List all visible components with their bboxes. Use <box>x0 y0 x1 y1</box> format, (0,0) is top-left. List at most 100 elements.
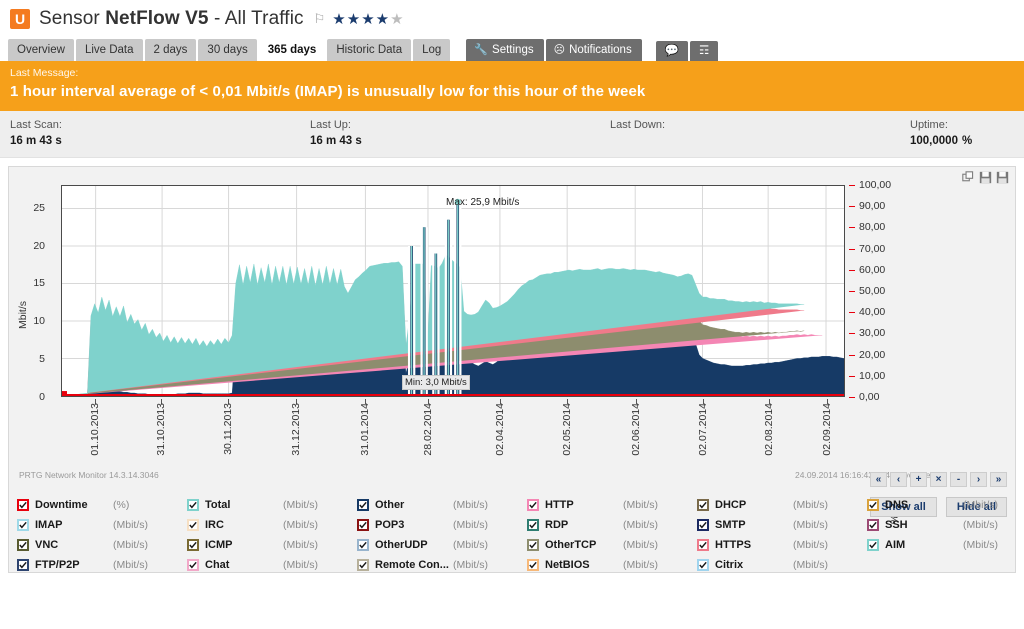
nav-zoom-out-button[interactable]: - <box>950 472 967 487</box>
legend-unit: (Mbit/s) <box>963 539 998 551</box>
legend-unit: (Mbit/s) <box>963 519 998 531</box>
legend-checkbox-other[interactable] <box>357 499 369 511</box>
legend-item-remote-con[interactable]: Remote Con...(Mbit/s) <box>357 555 527 575</box>
nav-reset-button[interactable]: × <box>930 472 947 487</box>
flag-icon[interactable]: ⚐ <box>314 11 326 27</box>
legend-item-rdp[interactable]: RDP(Mbit/s) <box>527 515 697 535</box>
tab-history[interactable]: ☶ <box>690 41 718 61</box>
nav-next-button[interactable]: › <box>970 472 987 487</box>
uptime-value: 100,0000 <box>910 135 958 147</box>
legend-checkbox-chat[interactable] <box>187 559 199 571</box>
legend-checkbox-https[interactable] <box>697 539 709 551</box>
y2-tick-mark-7 <box>849 249 855 250</box>
legend-checkbox-othertcp[interactable] <box>527 539 539 551</box>
y-tick-0: 0 <box>9 391 53 403</box>
legend-item-ssh[interactable]: SSH(Mbit/s) <box>867 515 998 535</box>
y-tick-5: 25 <box>9 202 53 214</box>
legend-checkbox-irc[interactable] <box>187 519 199 531</box>
legend-checkbox-rdp[interactable] <box>527 519 539 531</box>
tab-log[interactable]: Log <box>413 39 450 61</box>
last-scan-value: 16 m 43 s <box>10 135 310 147</box>
legend-item-ftp-p2p[interactable]: FTP/P2P(Mbit/s) <box>17 555 187 575</box>
legend-checkbox-vnc[interactable] <box>17 539 29 551</box>
legend-item-netbios[interactable]: NetBIOS(Mbit/s) <box>527 555 697 575</box>
legend-item-aim[interactable]: AIM(Mbit/s) <box>867 535 998 555</box>
plot-region[interactable] <box>61 185 845 397</box>
copy-icon[interactable] <box>962 171 975 184</box>
legend-checkbox-netbios[interactable] <box>527 559 539 571</box>
legend-item-otherudp[interactable]: OtherUDP(Mbit/s) <box>357 535 527 555</box>
legend-item-other[interactable]: Other(Mbit/s) <box>357 495 527 515</box>
legend-unit: (Mbit/s) <box>793 559 828 571</box>
nav-zoom-in-button[interactable]: + <box>910 472 927 487</box>
y2-tick-10: 100,00 <box>849 179 891 191</box>
nav-first-button[interactable]: « <box>870 472 887 487</box>
save-icon[interactable] <box>979 171 992 184</box>
tab-365-days[interactable]: 365 days <box>259 39 326 61</box>
tab-comments[interactable]: 💬 <box>656 41 688 61</box>
save-alt-icon[interactable] <box>996 171 1009 184</box>
tab-30-days[interactable]: 30 days <box>198 39 256 61</box>
legend-item-icmp[interactable]: ICMP(Mbit/s) <box>187 535 357 555</box>
legend-item-pop3[interactable]: POP3(Mbit/s) <box>357 515 527 535</box>
legend-item-vnc[interactable]: VNC(Mbit/s) <box>17 535 187 555</box>
legend-checkbox-icmp[interactable] <box>187 539 199 551</box>
nav-prev-button[interactable]: ‹ <box>890 472 907 487</box>
legend-item-smtp[interactable]: SMTP(Mbit/s) <box>697 515 867 535</box>
legend-label: Chat <box>205 559 283 571</box>
legend-label: POP3 <box>375 519 453 531</box>
legend-item-total[interactable]: Total(Mbit/s) <box>187 495 357 515</box>
legend-item-citrix[interactable]: Citrix(Mbit/s) <box>697 555 867 575</box>
legend-item-othertcp[interactable]: OtherTCP(Mbit/s) <box>527 535 697 555</box>
legend-unit: (Mbit/s) <box>793 519 828 531</box>
legend-item-irc[interactable]: IRC(Mbit/s) <box>187 515 357 535</box>
legend-item-http[interactable]: HTTP(Mbit/s) <box>527 495 697 515</box>
x-tick-3: 31.12.2013 <box>290 403 302 456</box>
page-title-suffix: - All Traffic <box>209 8 304 29</box>
star-5-icon[interactable]: ★ <box>390 11 404 28</box>
uptime-unit: % <box>962 135 972 147</box>
graph-panel: Mbit/s % 0510152025 0,0010,0020,0030,004… <box>8 166 1016 573</box>
legend-checkbox-aim[interactable] <box>867 539 879 551</box>
comment-icon: 💬 <box>665 45 679 57</box>
star-2-icon[interactable]: ★ <box>347 11 361 28</box>
wrench-icon: 🔧 <box>474 44 488 56</box>
tab-overview[interactable]: Overview <box>8 39 74 61</box>
x-tick-6: 02.04.2014 <box>494 403 506 456</box>
tab-2-days[interactable]: 2 days <box>145 39 197 61</box>
star-1-icon[interactable]: ★ <box>332 11 346 28</box>
tab-notifications[interactable]: ☹Notifications <box>546 39 642 61</box>
legend-checkbox-dhcp[interactable] <box>697 499 709 511</box>
nav-last-button[interactable]: » <box>990 472 1007 487</box>
legend-checkbox-http[interactable] <box>527 499 539 511</box>
legend-label: HTTPS <box>715 539 793 551</box>
legend-checkbox-otherudp[interactable] <box>357 539 369 551</box>
legend-checkbox-remote-con[interactable] <box>357 559 369 571</box>
legend-item-https[interactable]: HTTPS(Mbit/s) <box>697 535 867 555</box>
star-3-icon[interactable]: ★ <box>361 11 375 28</box>
last-down-label: Last Down: <box>610 119 910 131</box>
legend-checkbox-imap[interactable] <box>17 519 29 531</box>
legend-checkbox-dns[interactable] <box>867 499 879 511</box>
legend-checkbox-pop3[interactable] <box>357 519 369 531</box>
chart-nav-buttons: «‹+×-›» <box>870 472 1007 487</box>
tab-settings[interactable]: 🔧Settings <box>466 39 543 61</box>
legend-item-chat[interactable]: Chat(Mbit/s) <box>187 555 357 575</box>
tab-live-data[interactable]: Live Data <box>76 39 143 61</box>
legend-label: Remote Con... <box>375 559 453 571</box>
rating-stars[interactable]: ★★★★★ <box>332 10 404 28</box>
legend-item-dhcp[interactable]: DHCP(Mbit/s) <box>697 495 867 515</box>
legend-label: OtherUDP <box>375 539 453 551</box>
legend-checkbox-ssh[interactable] <box>867 519 879 531</box>
legend-checkbox-total[interactable] <box>187 499 199 511</box>
star-4-icon[interactable]: ★ <box>376 11 390 28</box>
legend-item-dns[interactable]: DNS(Mbit/s) <box>867 495 998 515</box>
page-title-sensor: NetFlow V5 <box>105 8 208 29</box>
tab-historic-data[interactable]: Historic Data <box>327 39 411 61</box>
legend-checkbox-citrix[interactable] <box>697 559 709 571</box>
legend-checkbox-ftp-p2p[interactable] <box>17 559 29 571</box>
legend-item-imap[interactable]: IMAP(Mbit/s) <box>17 515 187 535</box>
legend-checkbox-downtime[interactable] <box>17 499 29 511</box>
legend-checkbox-smtp[interactable] <box>697 519 709 531</box>
legend-item-downtime[interactable]: Downtime(%) <box>17 495 187 515</box>
